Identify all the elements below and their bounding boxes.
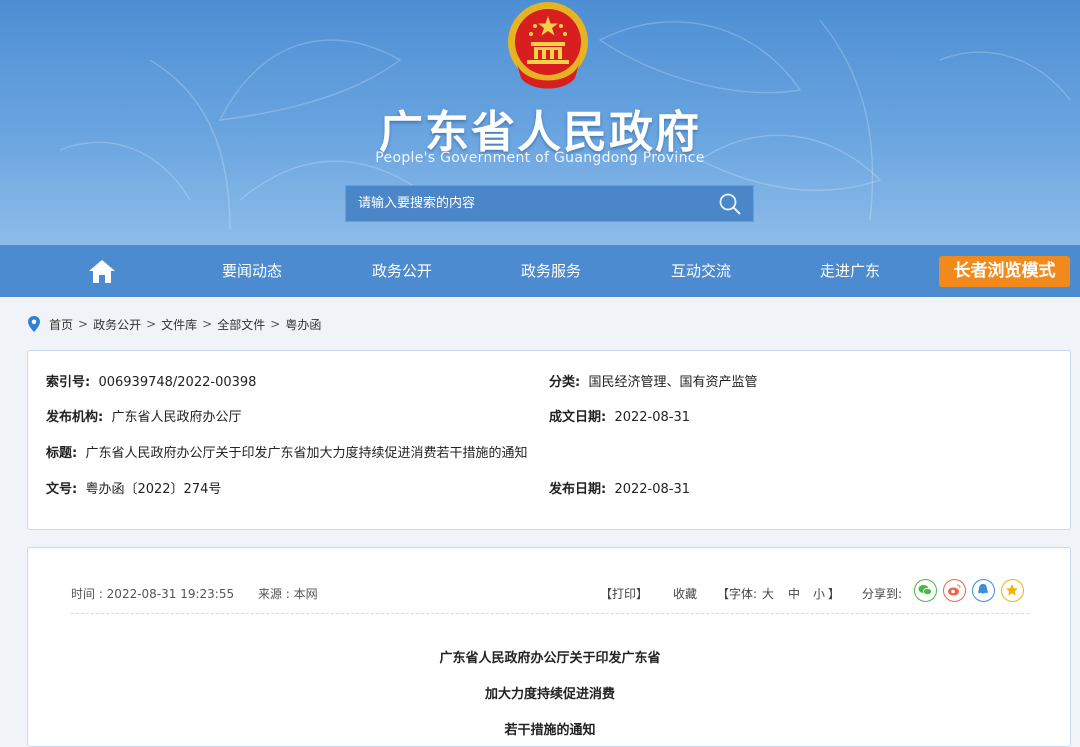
category: 分类: 国民经济管理、国有资产监管 [549, 375, 758, 390]
article-source: 来源 : 本网 [257, 587, 318, 601]
qzone-icon[interactable] [1001, 579, 1024, 602]
emblem-icon [508, 2, 588, 89]
search-icon[interactable] [717, 192, 743, 216]
nav-item-interaction[interactable]: 互动交流 [646, 245, 756, 297]
print-button[interactable]: 【打印】 [600, 585, 648, 602]
article-heading-line-3: 若干措施的通知 [504, 723, 596, 738]
font-large-button[interactable]: 大 [762, 585, 774, 602]
location-pin-icon [28, 316, 40, 332]
breadcrumb-separator: > [78, 317, 89, 331]
elder-mode-button[interactable]: 长者浏览模式 [939, 256, 1070, 287]
issuing-agency: 发布机构: 广东省人民政府办公厅 [46, 410, 242, 425]
home-icon[interactable] [88, 258, 116, 284]
breadcrumb-home[interactable]: 首页 [49, 316, 73, 333]
search-box [345, 185, 754, 222]
breadcrumb-separator: > [146, 317, 157, 331]
article-heading-line-1: 广东省人民政府办公厅关于印发广东省 [439, 651, 661, 666]
publish-date: 发布日期: 2022-08-31 [549, 482, 691, 497]
nav-item-about-guangdong[interactable]: 走进广东 [795, 245, 905, 297]
nav-item-government-affairs[interactable]: 政务公开 [347, 245, 457, 297]
breadcrumb-all-files[interactable]: 全部文件 [217, 316, 265, 333]
breadcrumb-separator: > [202, 317, 213, 331]
article-time: 时间 : 2022-08-31 19:23:55 [71, 587, 235, 601]
font-medium-button[interactable]: 中 [788, 585, 800, 602]
font-size-label-close: 】 [828, 587, 841, 601]
article-meta: 时间 : 2022-08-31 19:23:55 来源 : 本网 [71, 585, 338, 602]
index-number: 索引号: 006939748/2022-00398 [46, 375, 257, 390]
nav-item-services[interactable]: 政务服务 [496, 245, 606, 297]
meta-divider [71, 613, 1029, 614]
written-date: 成文日期: 2022-08-31 [549, 410, 691, 425]
breadcrumb: 首页 > 政务公开 > 文件库 > 全部文件 > 粤办函 [27, 313, 321, 335]
main-nav: 要闻动态 政务公开 政务服务 互动交流 走进广东 长者浏览模式 [0, 245, 1080, 297]
article-panel: 时间 : 2022-08-31 19:23:55 来源 : 本网 【打印】 收藏… [27, 547, 1071, 747]
document-number: 文号: 粤办函〔2022〕274号 [46, 482, 222, 497]
breadcrumb-separator: > [270, 317, 281, 331]
weibo-icon[interactable] [943, 579, 966, 602]
nav-item-news[interactable]: 要闻动态 [197, 245, 307, 297]
font-small-button[interactable]: 小 [813, 585, 825, 602]
breadcrumb-current[interactable]: 粤办函 [285, 316, 321, 333]
qq-icon[interactable] [972, 579, 995, 602]
site-header: 广东省人民政府 People's Government of Guangdong… [0, 0, 1080, 245]
favorite-button[interactable]: 收藏 [673, 585, 697, 602]
search-input[interactable] [346, 186, 706, 221]
breadcrumb-library[interactable]: 文件库 [161, 316, 197, 333]
font-size-label-open: 【字体: [717, 587, 758, 601]
share-label: 分享到: [862, 587, 903, 601]
article-heading-line-2: 加大力度持续促进消费 [484, 687, 615, 702]
document-title: 标题: 广东省人民政府办公厅关于印发广东省加大力度持续促进消费若干措施的通知 [46, 446, 528, 461]
wechat-icon[interactable] [914, 579, 937, 602]
site-subtitle: People's Government of Guangdong Provinc… [375, 150, 705, 166]
breadcrumb-gov-affairs[interactable]: 政务公开 [93, 316, 141, 333]
document-info-card: 索引号: 006939748/2022-00398 分类: 国民经济管理、国有资… [27, 350, 1071, 530]
